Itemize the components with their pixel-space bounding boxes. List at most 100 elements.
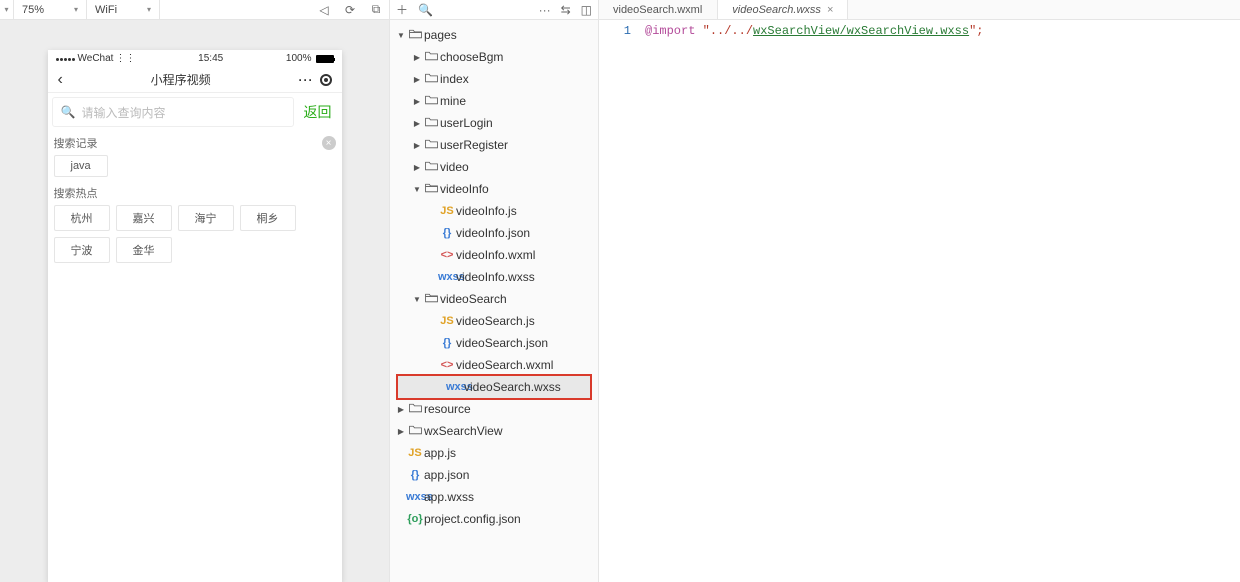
- tree-folder[interactable]: ▶wxSearchView: [390, 420, 598, 442]
- wxml-file-icon: <>: [438, 249, 456, 261]
- folder-icon: [422, 138, 440, 152]
- wxss-file-icon: wxss: [438, 271, 456, 283]
- tree-folder[interactable]: ▶userRegister: [390, 134, 598, 156]
- signal-dots-icon: [56, 53, 76, 64]
- tag-item[interactable]: 杭州: [54, 205, 110, 231]
- copy-icon[interactable]: ⧉: [363, 2, 389, 17]
- network-select[interactable]: WiFi ▾: [87, 0, 160, 19]
- twist-icon: ▼: [412, 185, 422, 194]
- zoom-select[interactable]: 75% ▾: [14, 0, 87, 19]
- tree-label: userRegister: [440, 138, 508, 152]
- tree-file[interactable]: {}videoInfo.json: [390, 222, 598, 244]
- tree-label: resource: [424, 402, 471, 416]
- tree-file[interactable]: {}videoSearch.json: [390, 332, 598, 354]
- device-select-left[interactable]: ▾: [0, 0, 14, 19]
- rotate-icon[interactable]: ⟳: [337, 3, 363, 17]
- tree-label: mine: [440, 94, 466, 108]
- tree-folder[interactable]: ▶video: [390, 156, 598, 178]
- return-button[interactable]: 返回: [298, 97, 338, 127]
- tree-label: videoSearch.js: [456, 314, 535, 328]
- tree-folder[interactable]: ▶ resource: [390, 398, 598, 420]
- tag-item[interactable]: 桐乡: [240, 205, 296, 231]
- more-icon[interactable]: ···: [539, 3, 551, 17]
- tree-file[interactable]: wxssapp.wxss: [390, 486, 598, 508]
- tag-item[interactable]: java: [54, 155, 108, 177]
- tab-label: videoSearch.wxml: [613, 4, 702, 16]
- history-label: 搜索记录: [54, 135, 98, 151]
- folder-icon: [422, 292, 440, 306]
- editor-tab[interactable]: videoSearch.wxss ×: [717, 0, 848, 19]
- hot-label: 搜索热点: [54, 185, 98, 201]
- tree-label: app.json: [424, 468, 469, 482]
- highlight-box: wxssvideoSearch.wxss: [396, 374, 592, 400]
- tree-label: videoInfo.wxml: [456, 248, 535, 262]
- proj-file-icon: {o}: [406, 513, 424, 525]
- clear-history-icon[interactable]: ×: [322, 136, 336, 150]
- wxml-file-icon: <>: [438, 359, 456, 371]
- tab-label: videoSearch.wxss: [732, 4, 821, 16]
- tree-file[interactable]: wxssvideoInfo.wxss: [390, 266, 598, 288]
- tree-folder[interactable]: ▶chooseBgm: [390, 46, 598, 68]
- capsule-menu-icon[interactable]: ···: [299, 73, 314, 87]
- tree-label: wxSearchView: [424, 424, 502, 438]
- tree-folder[interactable]: ▶index: [390, 68, 598, 90]
- tag-item[interactable]: 金华: [116, 237, 172, 263]
- folder-icon: [422, 116, 440, 130]
- carrier-label: WeChat: [78, 53, 114, 64]
- tag-item[interactable]: 嘉兴: [116, 205, 172, 231]
- search-input[interactable]: 🔍 请输入查询内容: [52, 97, 294, 127]
- tree-folder[interactable]: ▼videoSearch: [390, 288, 598, 310]
- editor-tabs: videoSearch.wxml videoSearch.wxss ×: [599, 0, 1240, 20]
- tree-file[interactable]: {}app.json: [390, 464, 598, 486]
- editor-tab[interactable]: videoSearch.wxml: [599, 0, 717, 19]
- search-files-icon[interactable]: 🔍: [418, 3, 433, 17]
- tree-file[interactable]: <>videoSearch.wxml: [390, 354, 598, 376]
- tree-file[interactable]: JSvideoInfo.js: [390, 200, 598, 222]
- close-icon[interactable]: ×: [827, 4, 833, 16]
- tree-file[interactable]: JSapp.js: [390, 442, 598, 464]
- tree-label: videoSearch.wxml: [456, 358, 553, 372]
- wxss-file-icon: wxss: [446, 381, 464, 393]
- battery-percent: 100%: [286, 53, 312, 64]
- tree-label: videoInfo.wxss: [456, 270, 535, 284]
- twist-icon: ▶: [412, 163, 422, 172]
- tree-file[interactable]: {o}project.config.json: [390, 508, 598, 530]
- json-file-icon: {}: [438, 337, 456, 349]
- history-tags: java: [54, 155, 336, 177]
- tree-label: videoSearch: [440, 292, 507, 306]
- capsule-close-icon[interactable]: [320, 74, 332, 86]
- tree-folder[interactable]: ▼pages: [390, 24, 598, 46]
- zoom-value: 75%: [22, 4, 44, 16]
- battery-icon: [316, 55, 334, 63]
- tree-file[interactable]: JSvideoSearch.js: [390, 310, 598, 332]
- tree-file[interactable]: <>videoInfo.wxml: [390, 244, 598, 266]
- simulator-stage: WeChat ⋮⋮ 15:45 100% ‹ 小程序视频 ···: [0, 20, 389, 582]
- tree-label: app.wxss: [424, 490, 474, 504]
- mute-icon[interactable]: ◁: [311, 3, 337, 17]
- tree-folder[interactable]: ▶userLogin: [390, 112, 598, 134]
- folder-icon: [422, 94, 440, 108]
- code-area[interactable]: 1 @import "../../wxSearchView/wxSearchVi…: [599, 20, 1240, 582]
- split-icon[interactable]: ◫: [581, 3, 592, 17]
- tree-label: videoSearch.wxss: [464, 380, 561, 394]
- tree-folder[interactable]: ▶mine: [390, 90, 598, 112]
- tree-file[interactable]: wxssvideoSearch.wxss: [398, 376, 590, 398]
- back-icon[interactable]: ‹: [58, 71, 63, 89]
- clock: 15:45: [198, 53, 223, 64]
- tag-item[interactable]: 海宁: [178, 205, 234, 231]
- file-tree: ▼pages▶chooseBgm▶index▶mine▶userLogin▶us…: [390, 20, 598, 534]
- folder-icon: [422, 182, 440, 196]
- code-content: @import "../../wxSearchView/wxSearchView…: [641, 20, 1240, 582]
- tag-item[interactable]: 宁波: [54, 237, 110, 263]
- settings-icon[interactable]: ⇆: [561, 3, 571, 17]
- tree-label: pages: [424, 28, 457, 42]
- wifi-icon: ⋮⋮: [115, 53, 135, 64]
- folder-icon: [422, 72, 440, 86]
- folder-icon: [422, 160, 440, 174]
- twist-icon: ▶: [396, 405, 406, 414]
- hot-tags: 杭州嘉兴海宁桐乡宁波金华: [54, 205, 336, 263]
- add-file-icon[interactable]: ＋: [396, 1, 408, 18]
- tree-folder[interactable]: ▼ videoInfo: [390, 178, 598, 200]
- twist-icon: ▶: [412, 119, 422, 128]
- tree-label: videoInfo: [440, 182, 489, 196]
